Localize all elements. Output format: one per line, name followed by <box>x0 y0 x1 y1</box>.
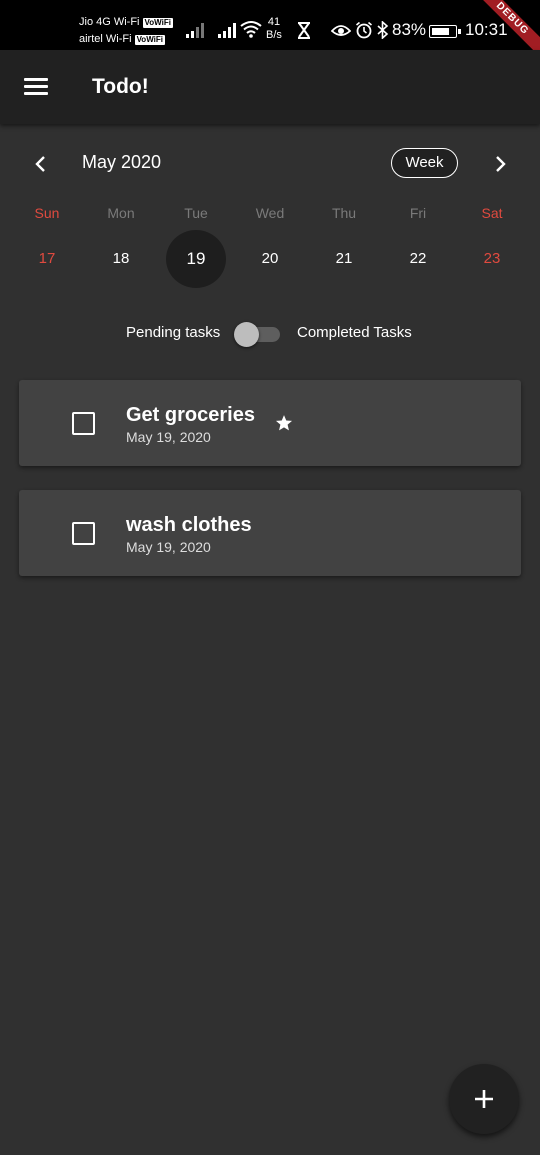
pending-tasks-label: Pending tasks <box>126 324 221 341</box>
task-card[interactable]: wash clothes May 19, 2020 <box>19 490 521 576</box>
net-speed-unit: B/s <box>266 29 282 41</box>
carrier-2-label: airtel Wi-Fi <box>79 33 132 45</box>
task-title: Get groceries <box>126 404 255 426</box>
task-date: May 19, 2020 <box>126 539 211 555</box>
plus-icon <box>475 1090 493 1108</box>
menu-icon[interactable] <box>24 78 48 96</box>
weekday-label-fri: Fri <box>409 205 427 221</box>
carrier-info: Jio 4G Wi-Fi VoWiFi airtel Wi-Fi VoWiFi <box>79 14 173 48</box>
weekday-label-mon: Mon <box>107 205 135 221</box>
calendar-format-button[interactable]: Week <box>391 148 458 178</box>
completed-tasks-label: Completed Tasks <box>297 324 412 341</box>
task-date: May 19, 2020 <box>126 429 211 445</box>
bluetooth-icon <box>377 21 389 39</box>
page-title: Todo! <box>92 75 149 98</box>
eye-icon <box>331 25 351 36</box>
menu-bar-line <box>24 85 48 88</box>
carrier-1-label: Jio 4G Wi-Fi <box>79 16 140 28</box>
alarm-icon <box>355 21 373 39</box>
app-bar: Todo! <box>0 50 540 124</box>
vowifi-badge: VoWiFi <box>134 34 166 45</box>
weekday-label-wed: Wed <box>255 205 285 221</box>
calendar-day-20[interactable]: 20 <box>240 250 300 267</box>
clock: 10:31 <box>465 20 508 39</box>
weekday-label-tue: Tue <box>184 205 208 221</box>
weekday-label-sat: Sat <box>481 205 503 221</box>
calendar-day-19-selected[interactable]: 19 <box>166 249 226 269</box>
menu-bar-line <box>24 92 48 95</box>
net-speed: 41 B/s <box>266 16 282 42</box>
chevron-left-icon[interactable] <box>31 154 51 174</box>
calendar-day-23[interactable]: 23 <box>462 250 522 267</box>
task-checkbox[interactable] <box>72 522 95 545</box>
battery-fill <box>432 28 450 35</box>
switch-thumb[interactable] <box>234 322 259 347</box>
calendar-day-17[interactable]: 17 <box>17 250 77 267</box>
battery-icon <box>429 25 461 38</box>
task-checkbox[interactable] <box>72 412 95 435</box>
hourglass-icon <box>298 22 310 39</box>
task-filter-toggle-row: Pending tasks Completed Tasks <box>0 318 540 348</box>
weekday-label-thu: Thu <box>331 205 357 221</box>
battery-percent: 83% <box>392 20 427 39</box>
net-speed-value: 41 <box>267 16 281 28</box>
completed-tasks-switch[interactable] <box>234 321 282 347</box>
vowifi-badge: VoWiFi <box>142 17 173 28</box>
star-icon[interactable] <box>275 414 293 432</box>
task-title: wash clothes <box>126 514 252 536</box>
wifi-icon <box>240 21 262 38</box>
signal-icon <box>218 23 236 38</box>
signal-icon <box>186 23 204 38</box>
chevron-right-icon[interactable] <box>490 154 510 174</box>
calendar-header: May 2020 Week <box>0 146 540 180</box>
add-task-button[interactable] <box>449 1064 519 1134</box>
weekday-label-sun: Sun <box>34 205 60 221</box>
status-bar: Jio 4G Wi-Fi VoWiFi airtel Wi-Fi VoWiFi … <box>0 0 540 67</box>
calendar-day-21[interactable]: 21 <box>314 250 374 267</box>
menu-bar-line <box>24 78 48 81</box>
calendar-day-18[interactable]: 18 <box>91 250 151 267</box>
calendar-day-22[interactable]: 22 <box>388 250 448 267</box>
task-card[interactable]: Get groceries May 19, 2020 <box>19 380 521 466</box>
month-label: May 2020 <box>82 152 162 172</box>
battery-nub <box>458 29 461 34</box>
